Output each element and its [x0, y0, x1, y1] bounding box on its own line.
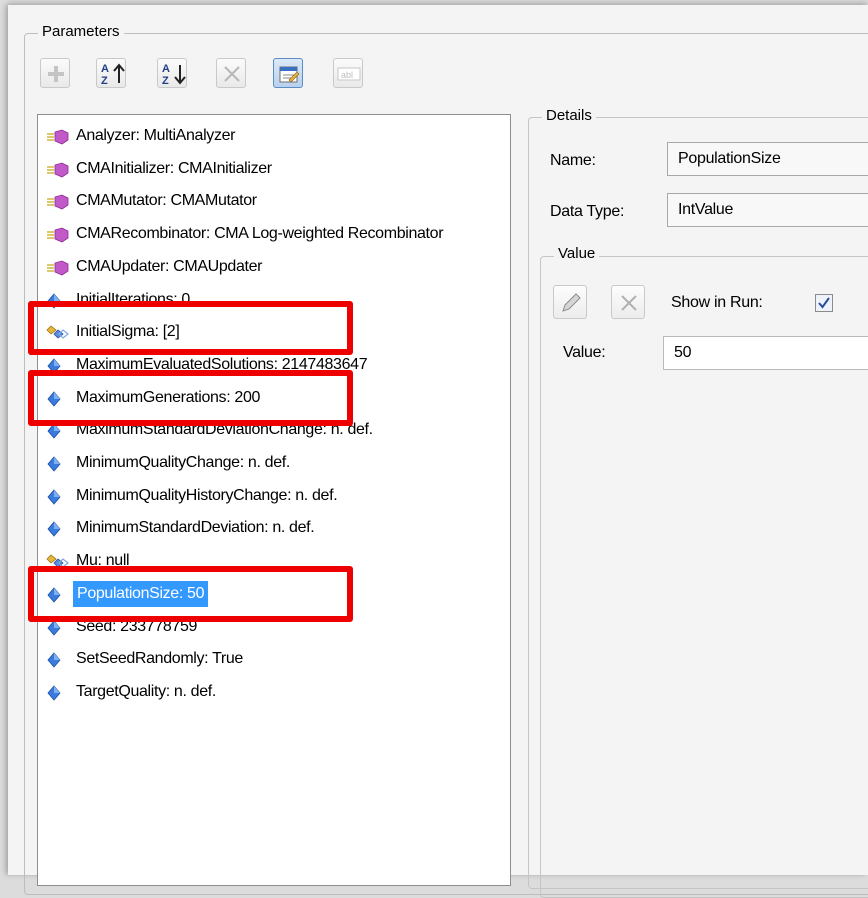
datatype-field[interactable]: IntValue — [667, 193, 868, 227]
x-icon — [621, 295, 637, 311]
properties-button[interactable] — [273, 58, 303, 88]
show-in-run-label: Show in Run: — [671, 294, 763, 311]
parameters-tree[interactable]: Analyzer: MultiAnalyzer CMAInitializer: C… — [37, 114, 511, 886]
operator-icon — [47, 129, 69, 145]
properties-icon — [279, 66, 300, 83]
highlight-initialsigma — [28, 301, 353, 355]
tree-item-label: MinimumStandardDeviation: n. def. — [76, 519, 315, 537]
value-legend: Value — [554, 246, 600, 262]
value-icon — [47, 489, 61, 505]
checkmark-icon — [818, 297, 830, 309]
tree-item-label: CMAInitializer: CMAInitializer — [76, 159, 272, 177]
sort-az-icon: A Z — [101, 63, 125, 87]
tree-item-label: TargetQuality: n. def. — [76, 682, 216, 700]
sort-descending-button[interactable]: A Z — [157, 58, 187, 88]
sort-za-icon: A Z — [162, 63, 186, 87]
operator-icon — [47, 260, 69, 276]
sort-ascending-button[interactable]: A Z — [96, 58, 126, 88]
highlight-populationsize — [28, 566, 353, 622]
tree-item-label: CMAUpdater: CMAUpdater — [76, 257, 263, 275]
value-field[interactable]: 50 — [663, 336, 868, 370]
parameters-legend: Parameters — [38, 24, 124, 40]
edit-value-button[interactable] — [553, 285, 587, 319]
highlight-maximumgenerations — [28, 370, 353, 426]
operator-icon — [47, 227, 69, 243]
svg-text:Z: Z — [101, 75, 108, 87]
name-field[interactable]: PopulationSize — [667, 142, 868, 176]
tree-item-label: Analyzer: MultiAnalyzer — [76, 127, 236, 144]
svg-text:A: A — [162, 63, 170, 75]
details-legend: Details — [542, 108, 596, 124]
svg-text:abl: abl — [341, 70, 353, 80]
clear-value-button[interactable] — [611, 285, 645, 319]
add-button[interactable] — [40, 58, 70, 88]
textfield-icon: abl — [337, 67, 361, 81]
remove-button[interactable] — [216, 58, 246, 88]
show-in-run-checkbox[interactable] — [815, 294, 833, 312]
pencil-icon — [562, 293, 581, 312]
tree-item-label: CMAMutator: CMAMutator — [76, 192, 257, 210]
operator-icon — [47, 194, 69, 210]
value-icon — [47, 685, 61, 701]
plus-icon — [48, 66, 64, 82]
value-label: Value: — [563, 344, 606, 361]
value-icon — [47, 521, 61, 538]
operator-icon — [47, 162, 69, 178]
name-label: Name: — [550, 152, 596, 169]
x-icon — [224, 66, 240, 82]
tree-item-label: CMARecombinator: CMA Log-weighted Recomb… — [76, 225, 444, 243]
datatype-label: Data Type: — [550, 203, 625, 220]
tree-item-label: SetSeedRandomly: True — [76, 650, 243, 668]
tree-item-label: MinimumQualityHistoryChange: n. def. — [76, 486, 338, 504]
tree-item-label: MinimumQualityChange: n. def. — [76, 454, 290, 471]
svg-text:A: A — [101, 63, 109, 75]
value-icon — [47, 456, 61, 472]
svg-text:Z: Z — [162, 75, 169, 87]
rename-button[interactable]: abl — [333, 58, 363, 88]
value-icon — [47, 652, 61, 668]
